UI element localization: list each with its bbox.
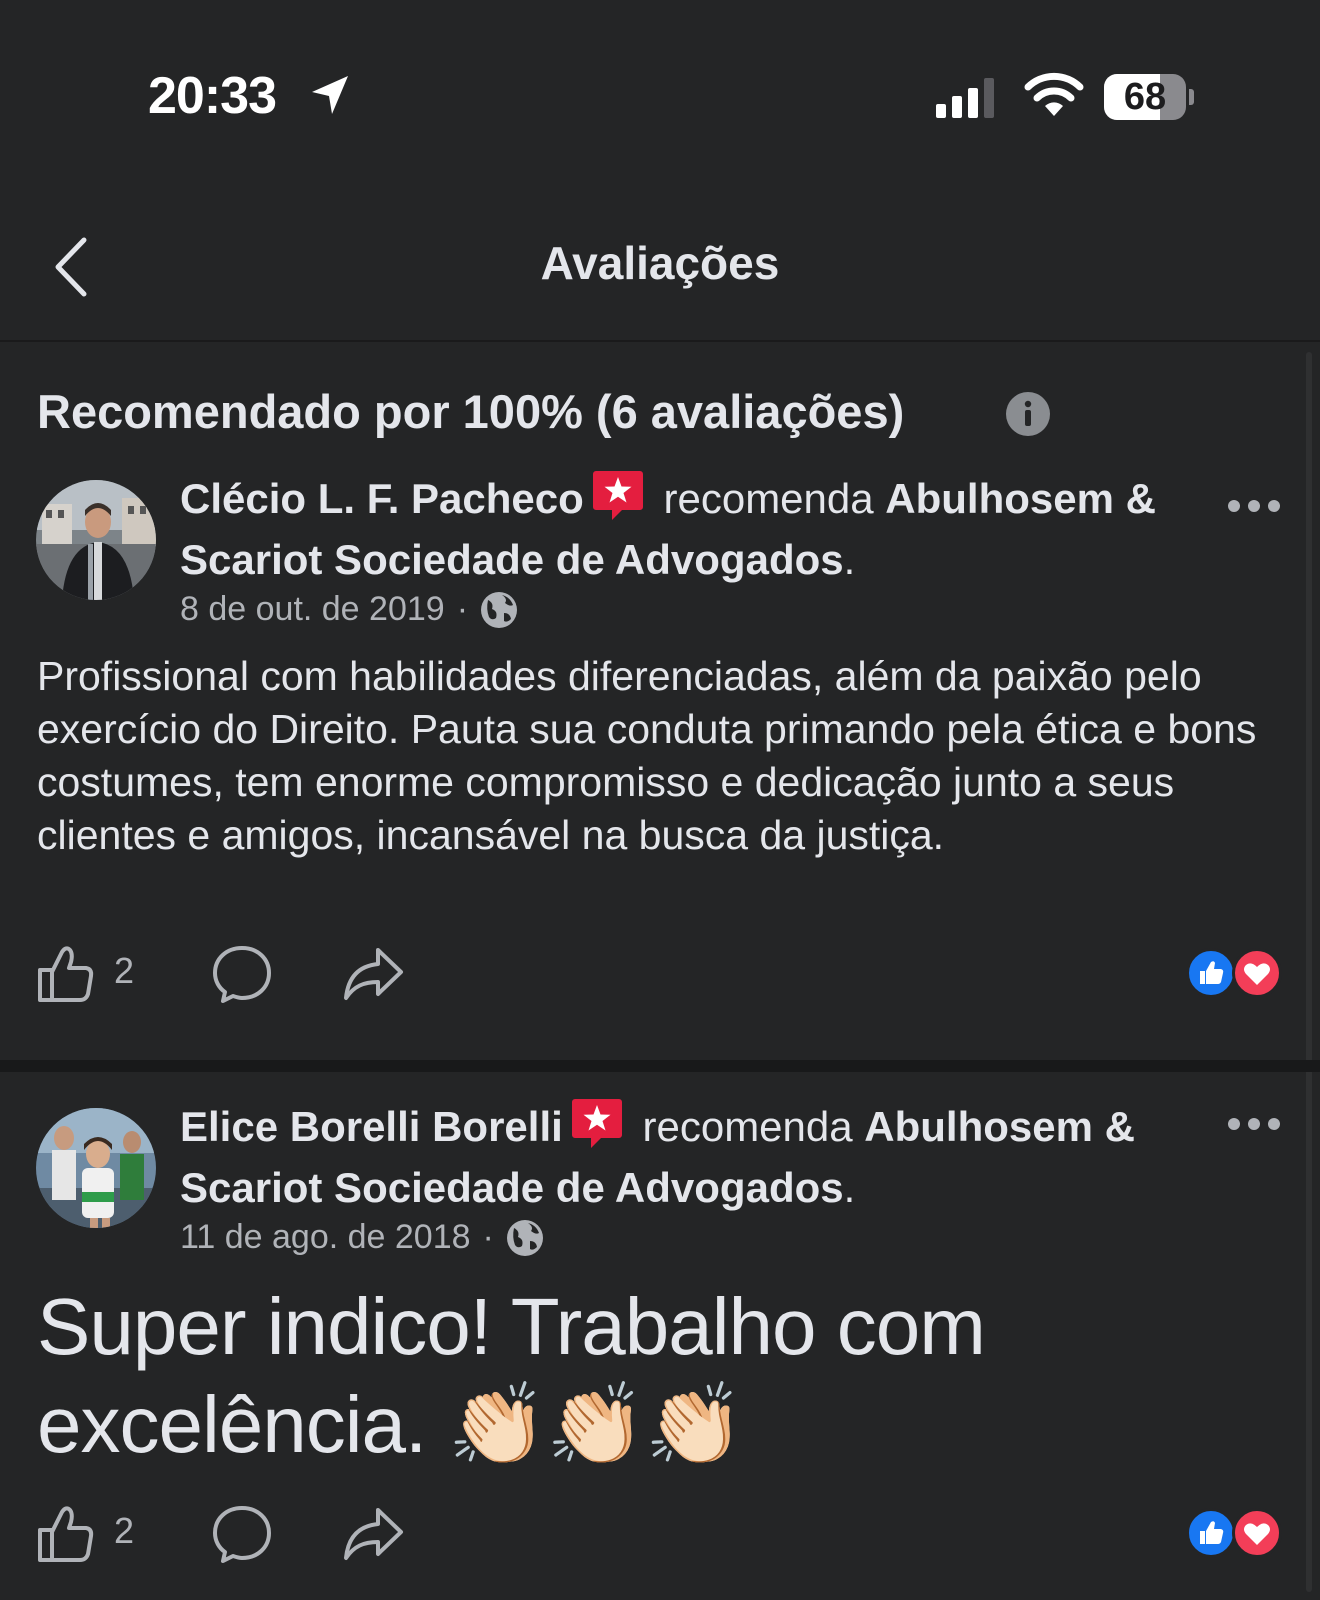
reaction-summary[interactable]: [1186, 1508, 1286, 1560]
more-options-icon[interactable]: [1228, 496, 1280, 516]
review-meta: 11 de ago. de 2018 ·: [180, 1218, 544, 1257]
love-reaction-icon: [1232, 1508, 1282, 1558]
cellular-signal-icon: [936, 78, 994, 118]
like-reaction-icon: [1186, 948, 1236, 998]
status-time: 20:33: [148, 67, 277, 125]
share-icon[interactable]: [342, 946, 404, 1002]
avatar[interactable]: [36, 480, 156, 600]
like-count: 2: [114, 950, 135, 991]
like-icon[interactable]: [36, 944, 96, 1004]
reaction-summary[interactable]: [1186, 948, 1286, 1000]
recommendation-badge-icon: [571, 1099, 622, 1148]
love-reaction-icon: [1232, 948, 1282, 998]
reviewer-name[interactable]: Elice Borelli Borelli: [180, 1103, 563, 1150]
status-bar: 20:33 68: [0, 0, 1320, 200]
share-icon[interactable]: [342, 1506, 404, 1562]
page-title: Avaliações: [540, 237, 780, 289]
recommendation-summary: Recomendado por 100% (6 avaliações): [37, 385, 905, 438]
globe-icon: [481, 592, 518, 628]
comment-icon[interactable]: [212, 1504, 272, 1564]
review-actions: 2: [0, 1504, 1320, 1574]
review-date[interactable]: 8 de out. de 2019: [180, 590, 445, 628]
like-reaction-icon: [1186, 1508, 1236, 1558]
review-date[interactable]: 11 de ago. de 2018: [180, 1218, 471, 1256]
review-verb: recomenda: [642, 1103, 853, 1150]
battery-icon: 68: [1104, 74, 1194, 120]
like-icon[interactable]: [36, 1504, 96, 1564]
nav-bar: Avaliações: [0, 200, 1320, 342]
review-header: Clécio L. F. Pacheco recomenda Abulhosem…: [180, 468, 1190, 590]
battery-percentage: 68: [1123, 76, 1167, 118]
reviewer-name[interactable]: Clécio L. F. Pacheco: [180, 475, 584, 522]
review-text: Profissional com habilidades diferenciad…: [37, 653, 1257, 858]
avatar[interactable]: [36, 1108, 156, 1228]
review-text: Super indico! Trabalho com excelência. 👏…: [37, 1282, 986, 1469]
location-arrow-icon: [312, 76, 348, 114]
review-divider: [0, 1060, 1320, 1072]
wifi-icon: [1024, 72, 1084, 116]
review-header: Elice Borelli Borelli recomenda Abulhose…: [180, 1096, 1190, 1218]
comment-icon[interactable]: [212, 944, 272, 1004]
globe-icon: [506, 1220, 543, 1256]
review-card: Elice Borelli Borelli recomenda Abulhose…: [0, 1099, 1320, 1600]
info-icon[interactable]: [1006, 392, 1050, 436]
review-verb: recomenda: [663, 475, 874, 522]
review-card: Clécio L. F. Pacheco recomenda Abulhosem…: [0, 471, 1320, 1060]
like-count: 2: [114, 1510, 135, 1551]
review-actions: 2: [0, 944, 1320, 1014]
review-meta: 8 de out. de 2019 ·: [180, 590, 518, 629]
more-options-icon[interactable]: [1228, 1114, 1280, 1134]
recommendation-badge-icon: [592, 471, 643, 520]
